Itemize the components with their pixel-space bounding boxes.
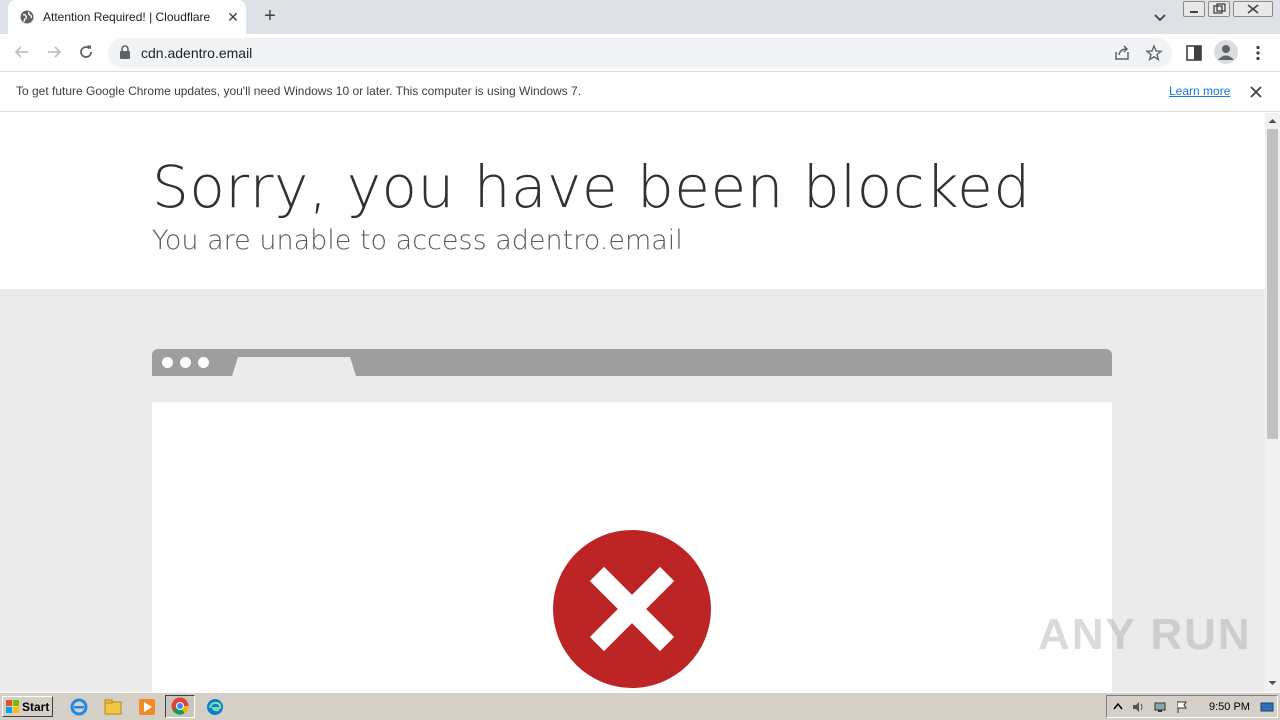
infobar-message: To get future Google Chrome updates, you… <box>16 84 582 98</box>
forward-arrow-icon[interactable] <box>44 42 64 62</box>
vertical-scrollbar[interactable] <box>1265 113 1280 692</box>
illustration-dot <box>180 357 191 368</box>
window-restore-button[interactable] <box>1208 1 1230 17</box>
windows-taskbar: Start 9:50 PM <box>0 692 1280 720</box>
tab-active[interactable]: Attention Required! | Cloudflare ✕ <box>8 0 246 34</box>
lock-icon[interactable] <box>119 45 131 59</box>
window-minimize-button[interactable] <box>1183 1 1205 17</box>
volume-icon[interactable] <box>1131 700 1145 714</box>
page-subtitle: You are unable to access adentro.email <box>152 225 683 256</box>
scroll-down-arrow-icon[interactable] <box>1265 677 1280 689</box>
bookmark-star-icon[interactable] <box>1145 44 1163 62</box>
globe-icon <box>20 10 34 24</box>
taskbar-chrome-button[interactable] <box>165 695 195 718</box>
side-panel-icon[interactable] <box>1185 44 1203 62</box>
chrome-icon <box>171 697 189 715</box>
internet-explorer-icon[interactable] <box>69 697 89 717</box>
illustration-dot <box>162 357 173 368</box>
address-bar[interactable] <box>108 38 1172 68</box>
learn-more-link[interactable]: Learn more <box>1169 84 1230 98</box>
show-hidden-icons-arrow-icon[interactable] <box>1111 700 1125 714</box>
browser-illustration-window <box>152 402 1112 692</box>
windows-logo-icon <box>6 700 19 713</box>
start-button[interactable]: Start <box>2 696 53 717</box>
media-player-icon[interactable] <box>137 697 157 717</box>
window-close-button[interactable] <box>1233 1 1273 17</box>
profile-avatar-icon[interactable] <box>1214 40 1238 64</box>
scrollbar-thumb[interactable] <box>1267 129 1278 439</box>
taskbar-clock[interactable]: 9:50 PM <box>1209 701 1250 713</box>
reload-icon[interactable] <box>76 42 96 62</box>
network-icon[interactable] <box>1153 700 1167 714</box>
system-tray: 9:50 PM <box>1106 695 1278 718</box>
anyrun-watermark: ANY RUN <box>1038 610 1252 659</box>
new-tab-button[interactable]: + <box>259 6 281 28</box>
file-explorer-icon[interactable] <box>103 697 123 717</box>
kebab-menu-icon[interactable] <box>1249 44 1267 62</box>
share-icon[interactable] <box>1113 44 1131 62</box>
page-title: Sorry, you have been blocked <box>152 153 1031 221</box>
tab-strip: Attention Required! | Cloudflare ✕ + <box>0 0 1280 34</box>
action-center-flag-icon[interactable] <box>1175 700 1189 714</box>
close-icon[interactable] <box>1247 83 1265 101</box>
edge-icon[interactable] <box>205 697 225 717</box>
hero-section: Sorry, you have been blocked You are una… <box>0 113 1265 289</box>
illustration-dot <box>198 357 209 368</box>
illustration-tab <box>232 357 356 376</box>
tab-search-chevron-icon[interactable] <box>1151 8 1169 26</box>
tab-title: Attention Required! | Cloudflare <box>43 10 211 24</box>
back-arrow-icon[interactable] <box>12 42 32 62</box>
browser-illustration-header <box>152 349 1112 376</box>
page-content: Sorry, you have been blocked You are una… <box>0 113 1265 692</box>
scroll-up-arrow-icon[interactable] <box>1265 115 1280 127</box>
url-text[interactable]: cdn.adentro.email <box>141 45 252 61</box>
start-label: Start <box>22 700 50 714</box>
error-x-icon <box>553 530 711 688</box>
show-desktop-icon[interactable] <box>1260 700 1274 714</box>
tab-close-icon[interactable]: ✕ <box>225 9 241 25</box>
